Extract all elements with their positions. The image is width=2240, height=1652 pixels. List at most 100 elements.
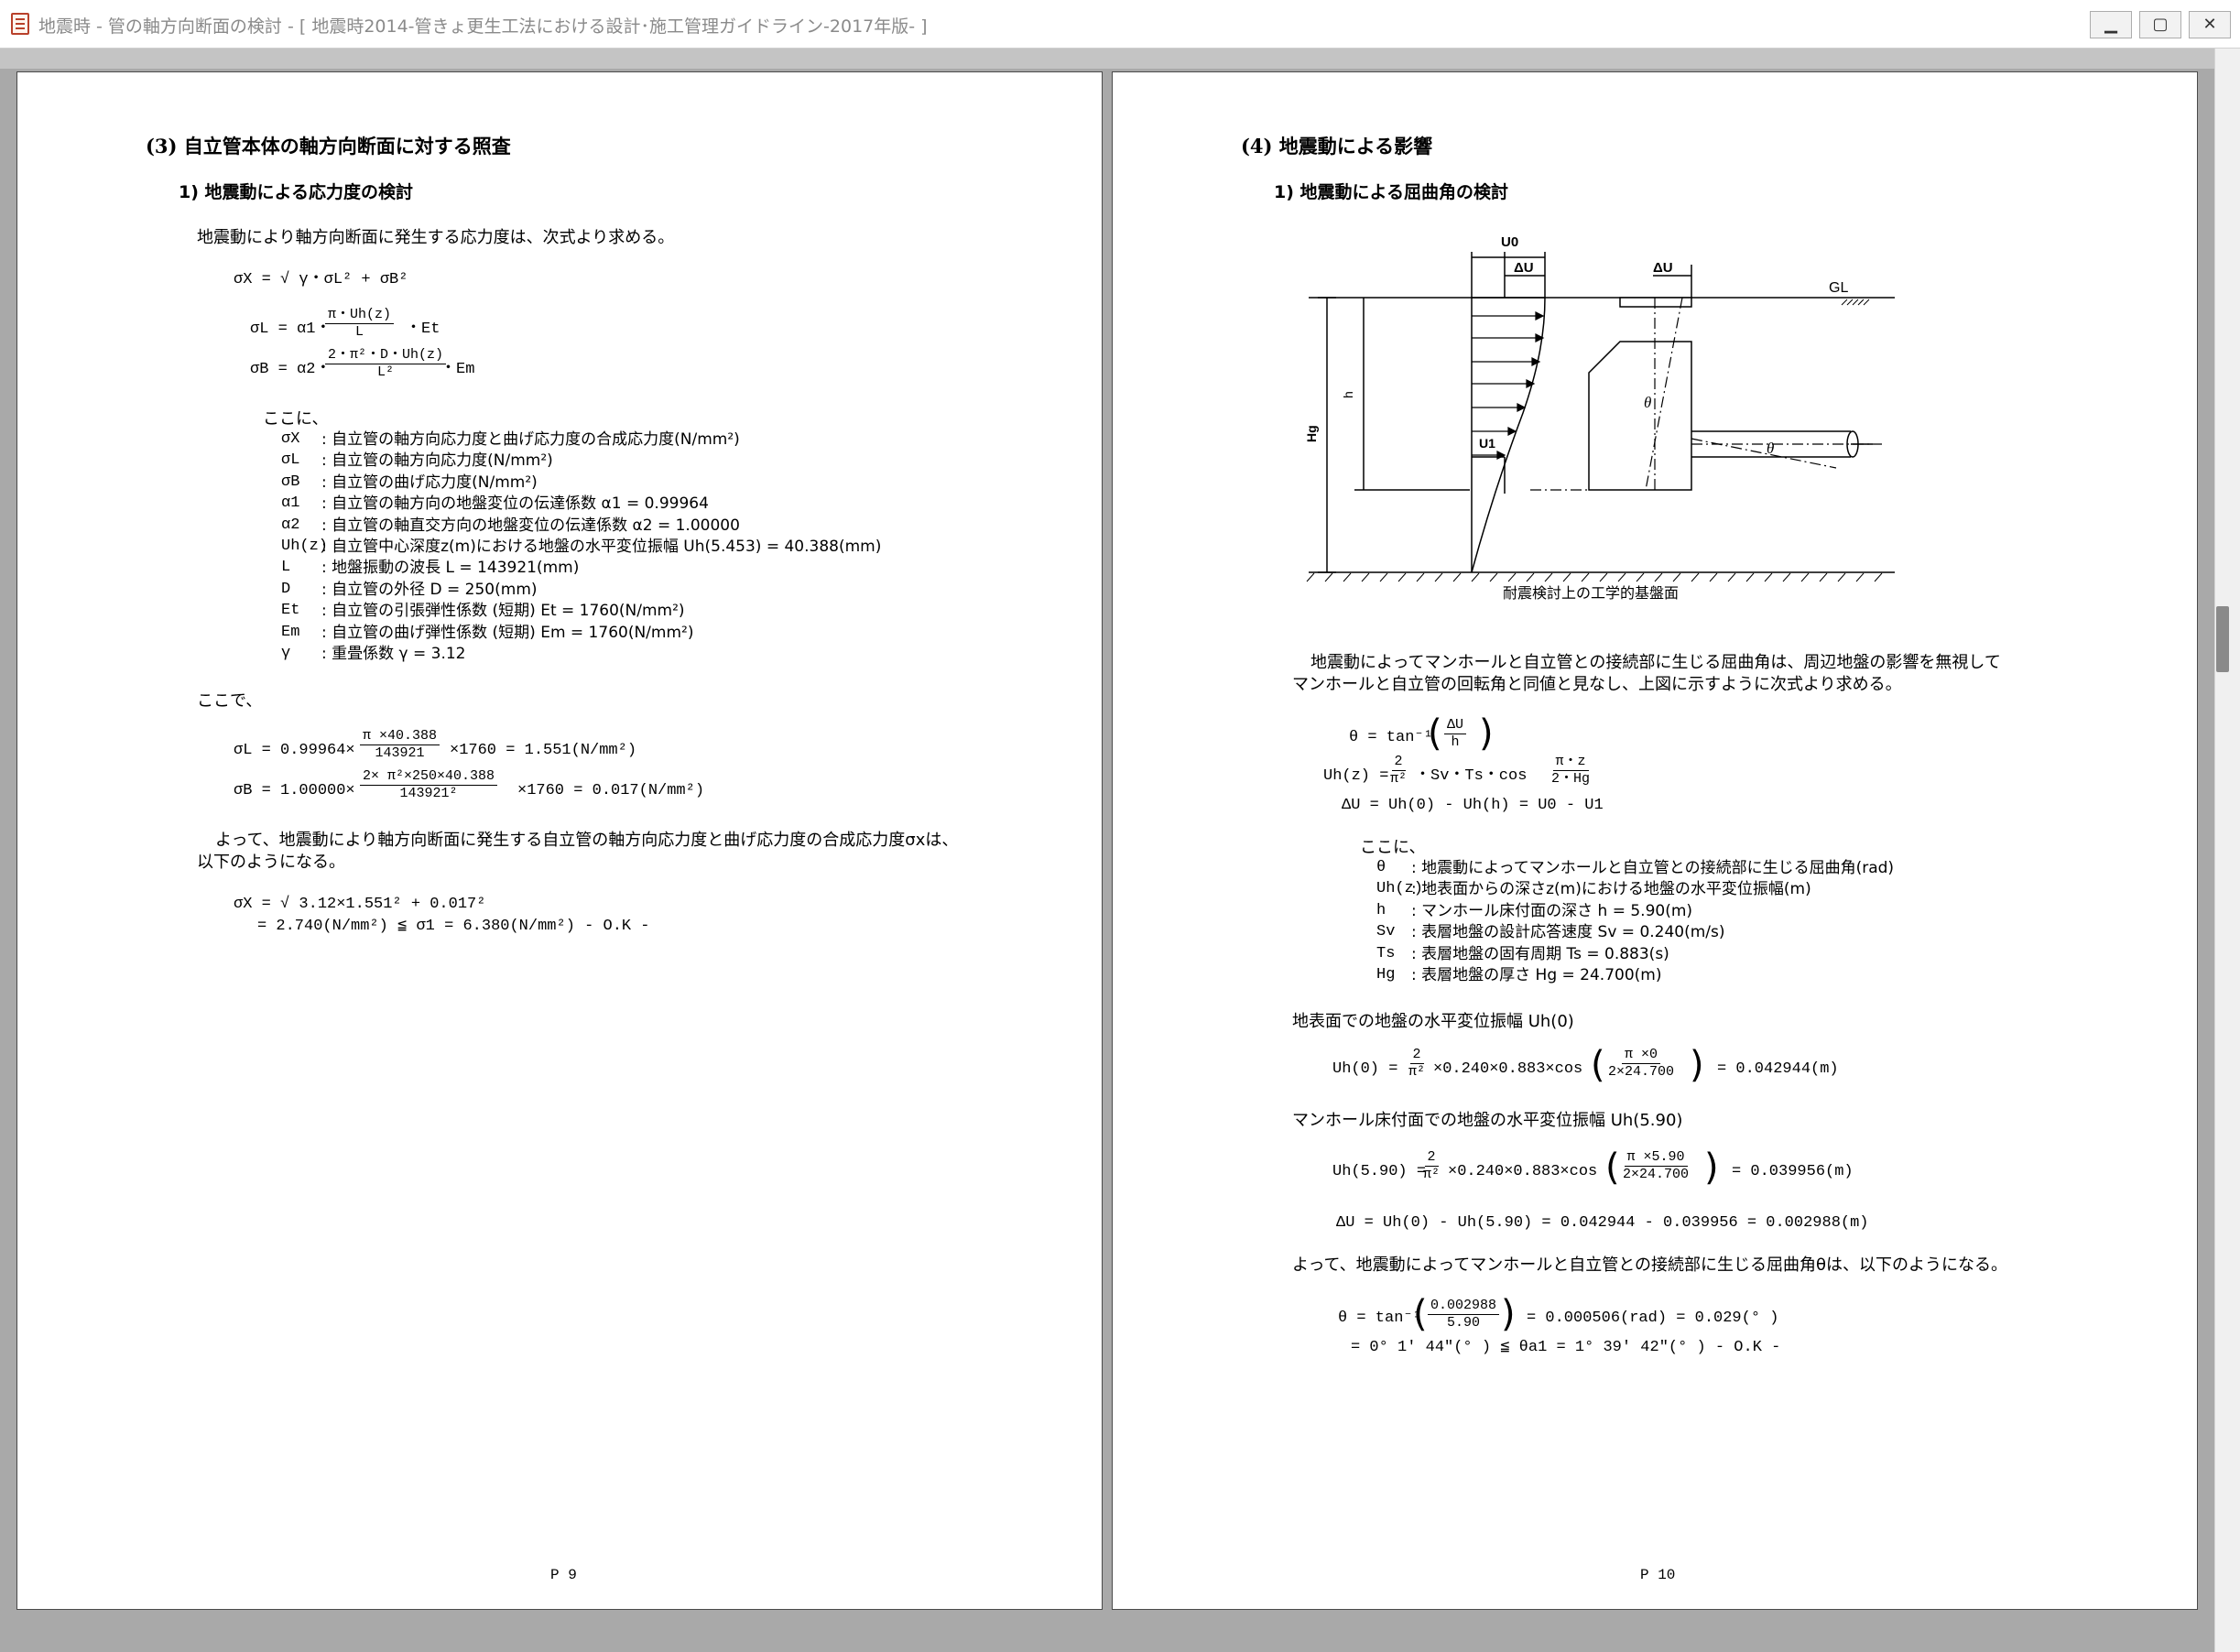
label-u1: U1 bbox=[1479, 436, 1495, 451]
definition-symbol: Em bbox=[281, 623, 300, 641]
paren-left: ( bbox=[1428, 712, 1442, 755]
definition-description: : マンホール床付面の深さ h = 5.90(m) bbox=[1411, 901, 1693, 920]
definition-symbol: σL bbox=[281, 451, 300, 470]
definition-symbol: Ts bbox=[1376, 944, 1396, 962]
substitution-intro: ここで、 bbox=[197, 691, 263, 711]
maximize-button[interactable]: ▢ bbox=[2139, 11, 2181, 38]
label-engineering-base: 耐震検討上の工学的基盤面 bbox=[1503, 584, 1679, 602]
fraction-denominator: L² bbox=[377, 364, 395, 380]
definition-description: : 自立管の外径 D = 250(mm) bbox=[321, 580, 538, 599]
close-button[interactable]: ✕ bbox=[2189, 11, 2231, 38]
page-9: (3) 自立管本体の軸方向断面に対する照査 1) 地震動による応力度の検討 地震… bbox=[16, 71, 1103, 1610]
paragraph-line-2: マンホールと自立管の回転角と同値と見なし、上図に示すように次式より求める。 bbox=[1292, 675, 1902, 694]
fraction-numerator: 2・π²・D・Uh(z) bbox=[325, 347, 447, 364]
surface-displacement-label: 地表面での地盤の水平変位振幅 Uh(0) bbox=[1292, 1012, 1574, 1031]
fraction-denominator: 143921² bbox=[399, 786, 458, 801]
minimize-button[interactable]: ▁ bbox=[2090, 11, 2132, 38]
fraction-denominator: π² bbox=[1390, 771, 1408, 787]
result-check: = 2.740(N/mm²) ≦ σ1 = 6.380(N/mm²) - O.K… bbox=[257, 918, 650, 935]
calc-uh590-result: = 0.039956(m) bbox=[1732, 1163, 1854, 1180]
section-heading: (3) 自立管本体の軸方向断面に対する照査 bbox=[146, 135, 511, 158]
seismic-bending-figure: U0 ΔU ΔU GL h Hg U1 θ θ 耐震検討上の工学的基盤面 bbox=[1304, 234, 1895, 602]
definition-symbol: D bbox=[281, 580, 291, 598]
conclusion-line-1: よって、地震動により軸方向断面に発生する自立管の軸方向応力度と曲げ応力度の合成応… bbox=[215, 831, 959, 850]
label-theta-pipe: θ bbox=[1767, 440, 1774, 457]
definition-description: : 地震動によってマンホールと自立管との接続部に生じる屈曲角(rad) bbox=[1411, 859, 1895, 877]
calc-uh0-middle: ×0.240×0.883×cos bbox=[1433, 1060, 1583, 1078]
formula-sigma-l-tail: ・Et bbox=[406, 321, 440, 338]
scrollbar-thumb[interactable] bbox=[2216, 606, 2229, 672]
page-10: (4) 地震動による影響 1) 地震動による屈曲角の検討 U0 ΔU ΔU GL… bbox=[1112, 71, 2198, 1610]
definition-description: : 表層地盤の設計応答速度 Sv = 0.240(m/s) bbox=[1411, 923, 1725, 942]
fraction-numerator: π ×40.388 bbox=[360, 728, 440, 745]
formula-sigma-b-fraction: 2・π²・D・Uh(z) L² bbox=[325, 347, 447, 381]
page-number: P 9 bbox=[550, 1567, 577, 1583]
definition-description: : 自立管の軸方向応力度と曲げ応力度の合成応力度(N/mm²) bbox=[321, 430, 740, 449]
fraction-denominator: 2×24.700 bbox=[1623, 1167, 1690, 1182]
calc-sigma-l-result: ×1760 = 1.551(N/mm²) bbox=[450, 742, 637, 759]
calc-uh0-lhs: Uh(0) = bbox=[1332, 1060, 1398, 1078]
definition-description: : 自立管中心深度z(m)における地盤の水平変位振幅 Uh(5.453) = 4… bbox=[321, 538, 882, 556]
conclusion-line-2: 以下のようになる。 bbox=[197, 853, 345, 872]
fraction-numerator: 2 bbox=[1409, 1047, 1424, 1064]
calc-uh590-fraction-2: π ×5.90 2×24.700 bbox=[1620, 1149, 1691, 1183]
definition-symbol: θ bbox=[1376, 859, 1386, 876]
formula-sigma-l-lhs: σL = α1・ bbox=[250, 321, 332, 338]
fraction-numerator: π ×0 bbox=[1622, 1047, 1661, 1064]
document-app-icon bbox=[11, 13, 29, 35]
vertical-scrollbar[interactable] bbox=[2214, 49, 2240, 1652]
eq-delta-u: ΔU = Uh(0) - Uh(h) = U0 - U1 bbox=[1342, 797, 1604, 814]
fraction-numerator: π・z bbox=[1552, 754, 1589, 771]
fraction-numerator: ΔU bbox=[1444, 717, 1467, 734]
window-title: 地震時 - 管の軸方向断面の検討 - [ 地震時2014-管きょ更生工法における… bbox=[38, 16, 928, 37]
formula-sigma-x: σX = √ γ・σL² + σB² bbox=[234, 271, 408, 288]
calc-sigma-b-fraction: 2× π²×250×40.388 143921² bbox=[360, 768, 498, 802]
eq-uh-fraction-2: π・z 2・Hg bbox=[1549, 754, 1593, 788]
fraction-numerator: 2× π²×250×40.388 bbox=[360, 768, 498, 786]
calc-uh0-fraction-1: 2 π² bbox=[1406, 1047, 1428, 1081]
formula-sigma-l-fraction: π・Uh(z) L bbox=[325, 307, 395, 341]
formula-sigma-b-tail: ・Em bbox=[440, 361, 475, 378]
definition-symbol: γ bbox=[281, 645, 291, 662]
calc-theta-lhs: θ = tan⁻¹ bbox=[1338, 1310, 1422, 1327]
fraction-denominator: 143921 bbox=[375, 745, 425, 761]
definition-symbol: α2 bbox=[281, 516, 300, 534]
fraction-denominator: L bbox=[355, 324, 364, 340]
eq-theta-fraction: ΔU h bbox=[1444, 717, 1467, 751]
definitions-intro: ここに、 bbox=[1360, 838, 1426, 857]
paren-right: ) bbox=[1501, 1293, 1516, 1335]
fraction-denominator: 2・Hg bbox=[1551, 771, 1591, 787]
definition-symbol: Sv bbox=[1376, 923, 1396, 941]
definition-symbol: Hg bbox=[1376, 966, 1396, 984]
label-gl: GL bbox=[1829, 280, 1848, 296]
calc-sigma-l-lhs: σL = 0.99964× bbox=[234, 742, 355, 759]
subsection-heading: 1) 地震動による応力度の検討 bbox=[179, 182, 413, 202]
result-sigma-x: σX = √ 3.12×1.551² + 0.017² bbox=[234, 896, 486, 913]
theta-check: = 0° 1′ 44″(° ) ≦ θa1 = 1° 39′ 42″(° ) -… bbox=[1351, 1339, 1781, 1356]
floor-displacement-label: マンホール床付面での地盤の水平変位振幅 Uh(5.90) bbox=[1292, 1111, 1683, 1130]
definition-description: : 自立管の軸直交方向の地盤変位の伝達係数 α2 = 1.00000 bbox=[321, 516, 740, 535]
fraction-numerator: π・Uh(z) bbox=[325, 307, 395, 324]
label-delta-u-2: ΔU bbox=[1653, 260, 1673, 276]
definition-description: : 地盤振動の波長 L = 143921(mm) bbox=[321, 559, 580, 578]
definition-description: : 自立管の引張弾性係数 (短期) Et = 1760(N/mm²) bbox=[321, 602, 685, 621]
calc-sigma-l-fraction: π ×40.388 143921 bbox=[360, 728, 440, 762]
fraction-denominator: 5.90 bbox=[1447, 1315, 1481, 1331]
definition-description: : 自立管の曲げ応力度(N/mm²) bbox=[321, 473, 538, 492]
paragraph-line-1: 地震動によってマンホールと自立管との接続部に生じる屈曲角は、周辺地盤の影響を無視… bbox=[1310, 653, 2001, 672]
fraction-denominator: h bbox=[1451, 734, 1460, 750]
label-h: h bbox=[1341, 391, 1355, 398]
paren-left: ( bbox=[1605, 1147, 1620, 1189]
theta-conclusion: よって、地震動によってマンホールと自立管との接続部に生じる屈曲角θは、以下のよう… bbox=[1292, 1255, 2008, 1275]
definition-symbol: Et bbox=[281, 602, 300, 620]
calc-uh0-result: = 0.042944(m) bbox=[1717, 1060, 1839, 1078]
calc-uh0-fraction-2: π ×0 2×24.700 bbox=[1605, 1047, 1677, 1081]
calc-theta-fraction: 0.002988 5.90 bbox=[1428, 1298, 1500, 1331]
fraction-numerator: 0.002988 bbox=[1428, 1298, 1500, 1315]
definition-description: : 重畳係数 γ = 3.12 bbox=[321, 645, 466, 663]
formula-sigma-b-lhs: σB = α2・ bbox=[250, 361, 332, 378]
definition-description: : 地表面からの深さz(m)における地盤の水平変位振幅(m) bbox=[1411, 880, 1811, 899]
paren-left: ( bbox=[1591, 1044, 1605, 1086]
paren-right: ) bbox=[1479, 712, 1494, 755]
viewer-top-strip bbox=[0, 49, 2216, 69]
